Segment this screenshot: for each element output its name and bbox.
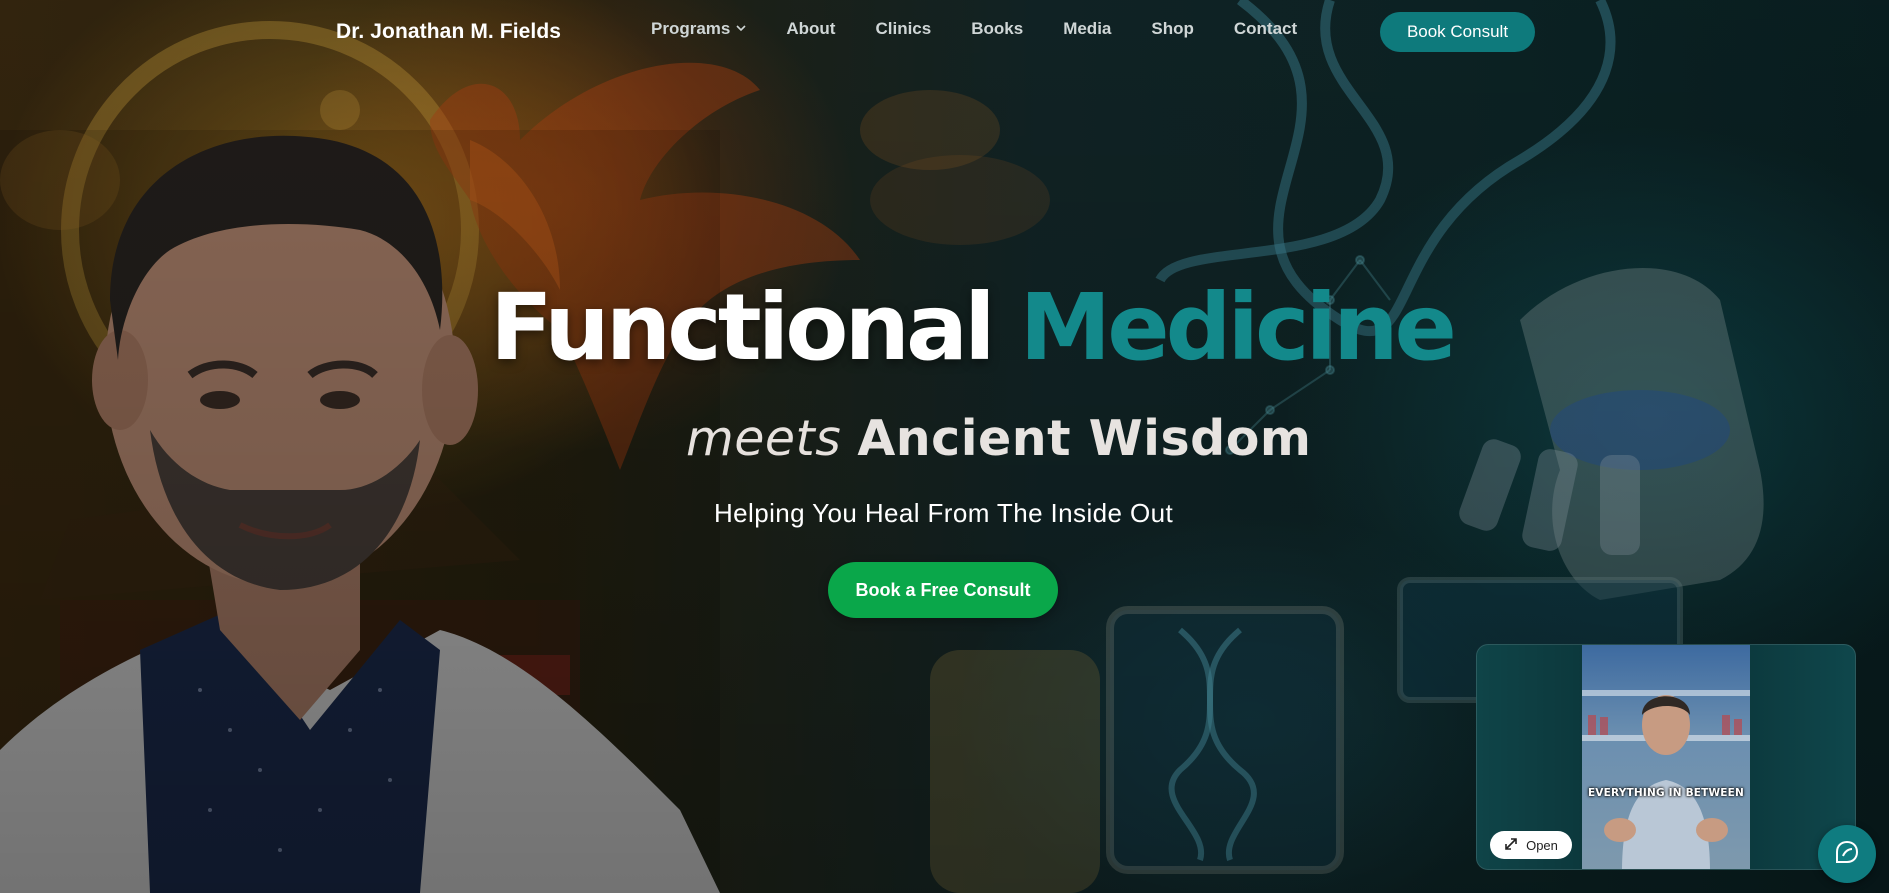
nav-contact[interactable]: Contact — [1234, 19, 1297, 39]
hero-title-word-2: Medicine — [1019, 274, 1457, 381]
video-person-illustration — [1582, 690, 1750, 869]
chat-icon — [1833, 838, 1861, 871]
open-video-label: Open — [1526, 837, 1558, 853]
expand-icon — [1504, 837, 1518, 854]
nav-programs[interactable]: Programs — [651, 19, 746, 39]
chevron-down-icon — [736, 23, 746, 35]
open-video-button[interactable]: Open — [1490, 831, 1572, 859]
nav-media[interactable]: Media — [1063, 19, 1111, 39]
nav-programs-label: Programs — [651, 19, 731, 38]
hero-title: Functional Medicine — [490, 282, 1457, 374]
nav-about[interactable]: About — [786, 19, 835, 39]
hero-subtitle-meets: meets — [686, 410, 842, 467]
hero-subtitle-ancient: Ancient Wisdom — [857, 410, 1312, 467]
site-brand[interactable]: Dr. Jonathan M. Fields — [336, 20, 561, 44]
page: Dr. Jonathan M. Fields Programs About Cl… — [0, 0, 1889, 893]
video-caption: EVERYTHING IN BETWEEN — [1587, 787, 1745, 799]
nav-shop[interactable]: Shop — [1151, 19, 1194, 39]
top-navigation: Dr. Jonathan M. Fields Programs About Cl… — [0, 0, 1889, 62]
hero-subtitle: meets Ancient Wisdom — [686, 410, 1311, 467]
video-widget[interactable]: EVERYTHING IN BETWEEN Open — [1476, 644, 1856, 870]
nav-links: Programs About Clinics Books Media Shop … — [651, 19, 1337, 39]
nav-clinics[interactable]: Clinics — [875, 19, 931, 39]
hero-tagline: Helping You Heal From The Inside Out — [714, 498, 1174, 528]
book-consult-button[interactable]: Book Consult — [1380, 12, 1535, 52]
hero-title-word-1: Functional — [490, 274, 996, 381]
nav-books[interactable]: Books — [971, 19, 1023, 39]
book-free-consult-button[interactable]: Book a Free Consult — [828, 562, 1058, 618]
video-thumbnail[interactable]: EVERYTHING IN BETWEEN — [1582, 645, 1750, 869]
chat-button[interactable] — [1818, 825, 1876, 883]
